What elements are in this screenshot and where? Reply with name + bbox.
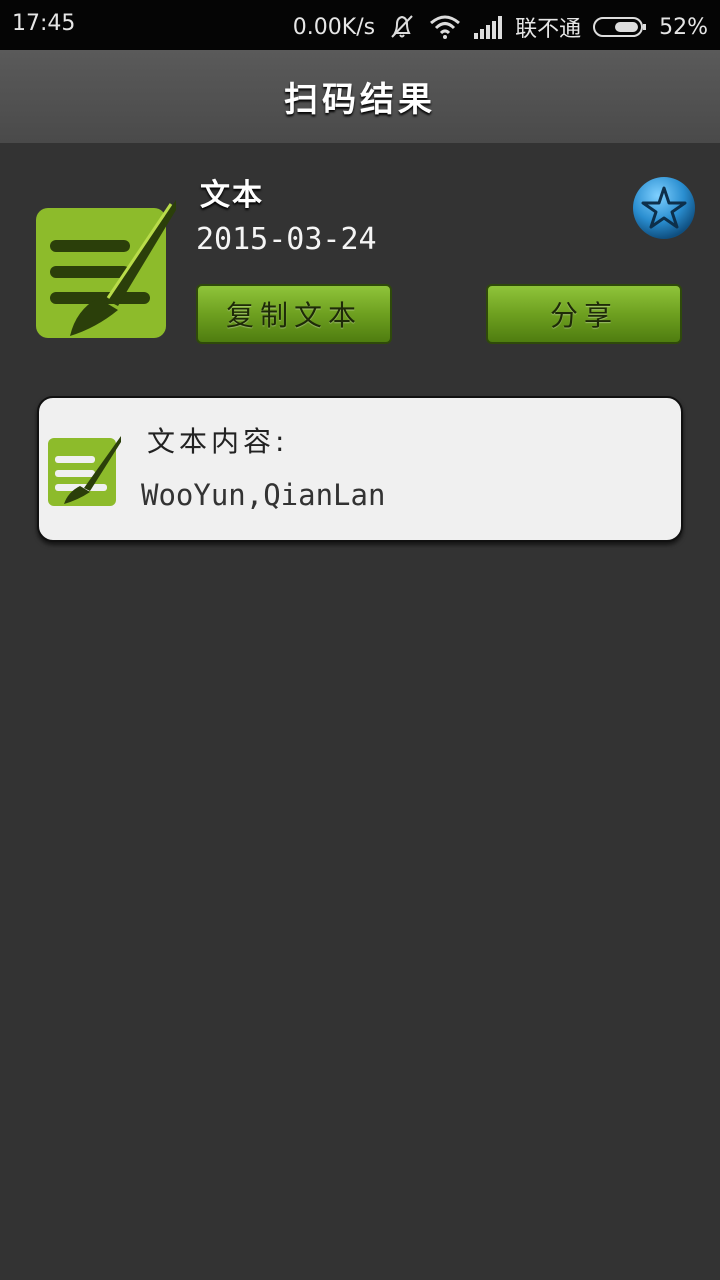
result-type-label: 文本 bbox=[200, 178, 264, 213]
battery-icon bbox=[593, 15, 647, 39]
share-button[interactable]: 分享 bbox=[486, 284, 682, 344]
content-text: WooYun,QianLan bbox=[141, 478, 386, 512]
page-title: 扫码结果 bbox=[0, 50, 720, 143]
result-date: 2015-03-24 bbox=[196, 222, 377, 257]
signal-icon bbox=[473, 15, 503, 39]
text-content-icon bbox=[48, 436, 122, 506]
battery-percent: 52% bbox=[659, 14, 708, 40]
mute-icon bbox=[387, 13, 417, 41]
copy-text-button[interactable]: 复制文本 bbox=[196, 284, 392, 344]
wifi-icon bbox=[429, 14, 461, 40]
favorite-star-icon[interactable] bbox=[632, 176, 696, 240]
content-card: 文本内容: WooYun,QianLan bbox=[37, 396, 683, 542]
carrier-label: 联不通 bbox=[515, 17, 582, 42]
text-type-icon bbox=[36, 200, 178, 340]
status-time: 17:45 bbox=[12, 11, 76, 36]
content-label: 文本内容: bbox=[147, 425, 289, 458]
net-speed: 0.00K/s bbox=[292, 14, 376, 40]
status-bar: 17:45 0.00K/s 联不通 52% bbox=[0, 0, 720, 50]
